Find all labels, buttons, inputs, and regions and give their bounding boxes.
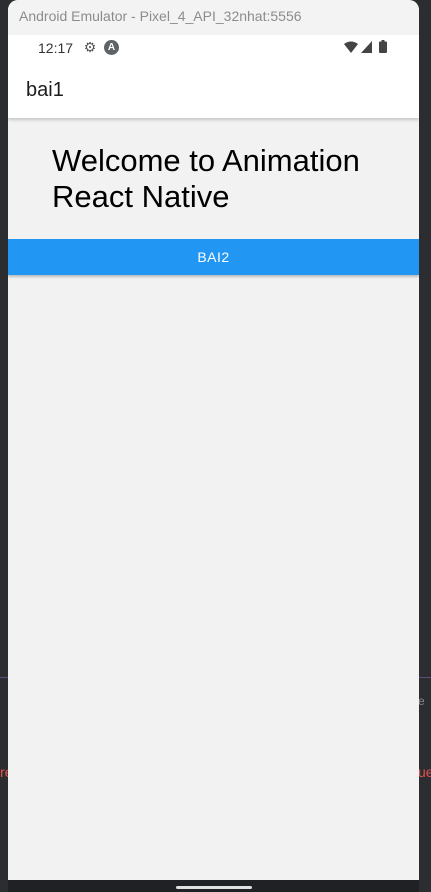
app-bar: bai1 bbox=[8, 62, 419, 118]
home-gesture-handle[interactable] bbox=[176, 886, 252, 889]
cellular-signal-icon bbox=[361, 41, 372, 53]
host-text-fragment-right: ue bbox=[418, 764, 431, 780]
welcome-heading: Welcome to Animation React Native bbox=[52, 143, 360, 214]
window-title: Android Emulator - Pixel_4_API_32nhat:55… bbox=[19, 8, 302, 24]
window-titlebar[interactable]: Android Emulator - Pixel_4_API_32nhat:55… bbox=[8, 0, 419, 35]
gear-icon: ⚙ bbox=[83, 39, 97, 55]
host-text-fragment-left: re bbox=[0, 764, 8, 780]
status-bar: 12:17 ⚙ A bbox=[8, 35, 419, 62]
wifi-icon bbox=[344, 41, 358, 53]
app-bar-title: bai1 bbox=[26, 79, 64, 101]
bai2-button[interactable]: BAI2 bbox=[8, 239, 419, 275]
host-text-fragment-right-top: e bbox=[418, 694, 425, 708]
emulator-window: Android Emulator - Pixel_4_API_32nhat:55… bbox=[8, 0, 419, 892]
battery-icon bbox=[379, 40, 387, 53]
android-a-icon: A bbox=[104, 40, 119, 55]
status-time: 12:17 bbox=[38, 40, 74, 56]
